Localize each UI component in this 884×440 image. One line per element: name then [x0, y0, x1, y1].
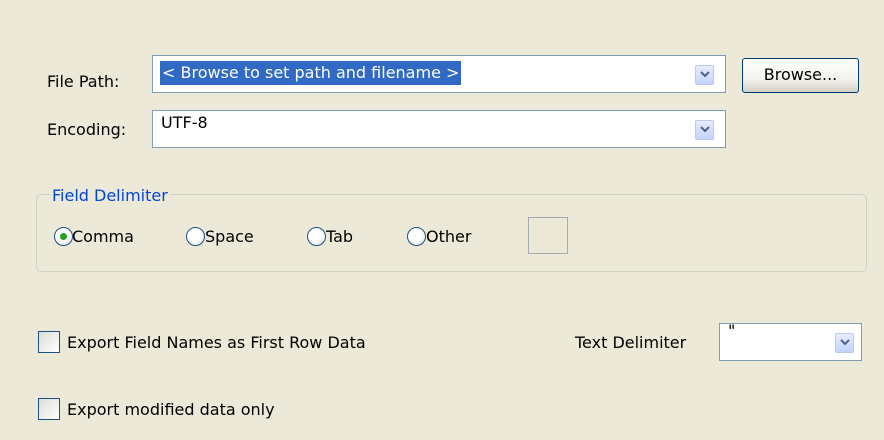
encoding-dropdown-button[interactable] [695, 120, 714, 140]
radio-comma[interactable] [54, 227, 73, 246]
radio-comma-label[interactable]: Comma [72, 227, 134, 247]
export-modified-checkbox[interactable] [38, 398, 60, 420]
text-delimiter-combo[interactable]: " [719, 321, 862, 361]
chevron-down-icon [700, 126, 710, 133]
radio-other[interactable] [407, 227, 426, 246]
file-path-combo[interactable]: < Browse to set path and filename > [152, 55, 726, 93]
radio-selected-dot [60, 233, 67, 240]
field-delimiter-title: Field Delimiter [50, 186, 170, 206]
export-field-names-label[interactable]: Export Field Names as First Row Data [67, 333, 366, 353]
radio-space-label[interactable]: Space [205, 227, 254, 247]
encoding-value[interactable]: UTF-8 [161, 105, 208, 141]
chevron-down-icon [840, 339, 850, 346]
text-delimiter-value[interactable]: " [728, 316, 735, 346]
file-path-value[interactable]: < Browse to set path and filename > [160, 61, 462, 85]
radio-space[interactable] [186, 227, 205, 246]
text-delimiter-label: Text Delimiter [575, 333, 687, 352]
other-delimiter-input[interactable] [528, 217, 568, 254]
export-modified-label[interactable]: Export modified data only [67, 400, 275, 420]
radio-tab-label[interactable]: Tab [326, 227, 353, 247]
file-path-label: File Path: [47, 72, 120, 91]
chevron-down-icon [700, 71, 710, 78]
encoding-label: Encoding: [47, 120, 127, 139]
radio-other-label[interactable]: Other [426, 227, 471, 247]
export-field-names-checkbox[interactable] [38, 331, 60, 353]
file-path-dropdown-button[interactable] [695, 65, 714, 85]
radio-tab[interactable] [307, 227, 326, 246]
browse-button-label: Browse... [763, 65, 838, 84]
text-delimiter-dropdown-button[interactable] [835, 333, 854, 353]
browse-button[interactable]: Browse... [742, 58, 859, 93]
encoding-combo[interactable]: UTF-8 [152, 110, 726, 148]
